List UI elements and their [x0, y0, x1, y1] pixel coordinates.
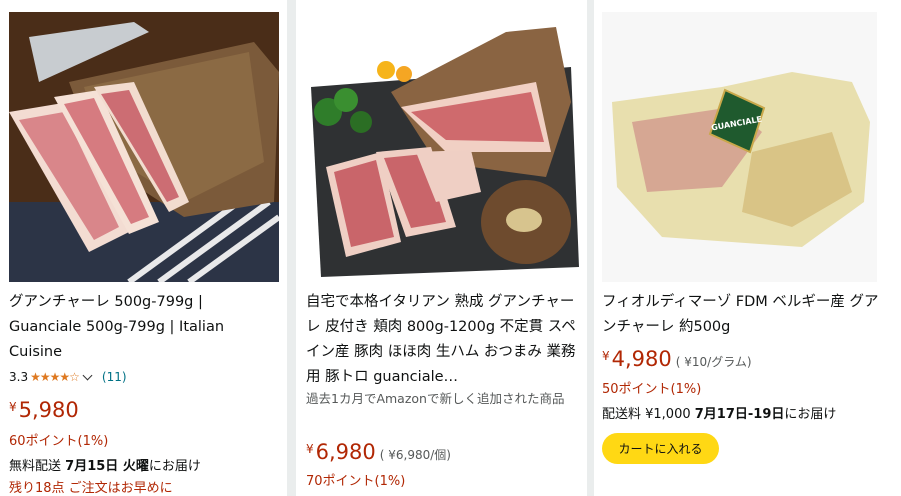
delivery-date: 7月17日-19日 [694, 407, 785, 422]
chevron-down-icon[interactable] [82, 370, 93, 381]
currency-symbol: ¥ [9, 400, 17, 414]
points-text: 50ポイント(1%) [602, 382, 702, 397]
delivery-suffix: にお届け [784, 407, 837, 422]
shipping-label: 無料配送 [9, 459, 62, 474]
product-image[interactable] [9, 12, 279, 282]
results-grid: グアンチャーレ 500g-799g | Guanciale 500g-799g … [0, 0, 901, 496]
unit-price: ( ¥6,980/個) [379, 448, 451, 462]
unit-price: ( ¥10/グラム) [675, 355, 752, 369]
new-listing-note: 過去1カ月でAmazonで新しく追加された商品 [306, 391, 565, 406]
review-count-link[interactable]: (11) [102, 370, 127, 384]
product-title[interactable]: 自宅で本格イタリアン 熟成 グアンチャーレ 皮付き 頬肉 800g-1200g … [306, 290, 578, 390]
vacuum-pack-image: GUANCIALE [602, 12, 877, 282]
delivery-date: 7月15日 火曜 [65, 459, 149, 474]
delivery-info: 配送料 ¥1,000 7月17日-19日にお届け [602, 403, 836, 422]
product-card: GUANCIALE フィオルディマーゾ FDM ベルギー産 グアンチャーレ 約5… [594, 0, 901, 496]
guanciale-block-image [306, 12, 579, 282]
price-amount: 6,980 [315, 440, 376, 464]
product-image[interactable] [306, 12, 579, 282]
currency-symbol: ¥ [306, 442, 314, 456]
price[interactable]: ¥4,980( ¥10/グラム) [602, 347, 752, 371]
product-card: グアンチャーレ 500g-799g | Guanciale 500g-799g … [0, 0, 287, 496]
price[interactable]: ¥6,980( ¥6,980/個) [306, 440, 451, 464]
shipping-fee: 配送料 ¥1,000 [602, 407, 691, 422]
currency-symbol: ¥ [602, 349, 610, 363]
price[interactable]: ¥5,980 [9, 398, 79, 422]
product-image[interactable]: GUANCIALE [602, 12, 877, 282]
guanciale-slices-image [9, 12, 279, 282]
points-text: 70ポイント(1%) [306, 474, 406, 489]
delivery-suffix: にお届け [148, 459, 201, 474]
stock-warning: 残り18点 ご注文はお早めに [9, 481, 173, 496]
rating-row[interactable]: 3.3 ★★★★☆ (11) [9, 370, 127, 384]
product-title[interactable]: フィオルディマーゾ FDM ベルギー産 グアンチャーレ 約500g [602, 290, 892, 340]
product-title[interactable]: グアンチャーレ 500g-799g | Guanciale 500g-799g … [9, 290, 279, 365]
points-text: 60ポイント(1%) [9, 434, 109, 449]
price-amount: 5,980 [18, 398, 79, 422]
star-rating-icon: ★★★★☆ [30, 370, 80, 384]
price-amount: 4,980 [611, 347, 672, 371]
delivery-info: 無料配送 7月15日 火曜にお届け [9, 455, 201, 474]
product-card: 自宅で本格イタリアン 熟成 グアンチャーレ 皮付き 頬肉 800g-1200g … [296, 0, 587, 496]
rating-value: 3.3 [9, 370, 29, 384]
add-to-cart-button[interactable]: カートに入れる [602, 433, 719, 464]
